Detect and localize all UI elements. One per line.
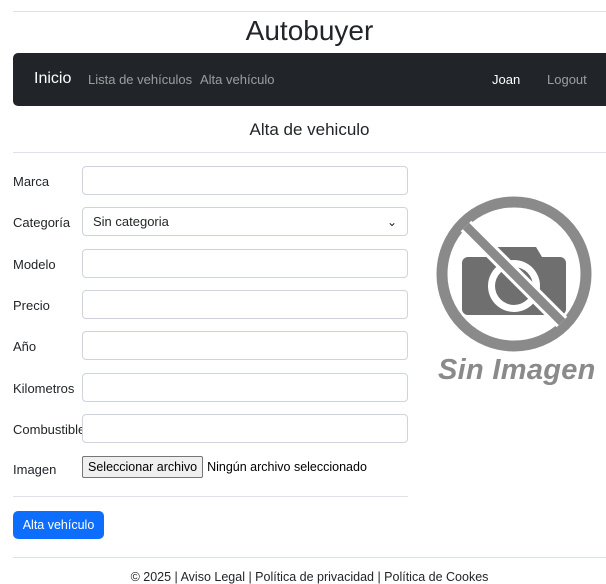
chevron-down-icon: ⌄ bbox=[386, 214, 397, 229]
combustible-input[interactable] bbox=[82, 414, 408, 443]
modelo-label: Modelo bbox=[13, 257, 56, 272]
kilometros-label: Kilometros bbox=[13, 381, 75, 396]
choose-file-button[interactable]: Seleccionar archivo bbox=[82, 456, 204, 478]
footer-divider bbox=[13, 557, 606, 558]
submit-vehicle-button[interactable]: Alta vehículo bbox=[13, 511, 104, 539]
anio-label: Año bbox=[13, 339, 37, 354]
modelo-input[interactable] bbox=[82, 249, 408, 278]
precio-input[interactable] bbox=[82, 290, 408, 319]
categoria-label: Categoría bbox=[13, 215, 71, 230]
site-title: Autobuyer bbox=[245, 15, 374, 46]
categoria-selected-value: Sin categoria bbox=[93, 214, 169, 229]
combustible-label: Combustible bbox=[13, 422, 86, 437]
navbar: Inicio Lista de vehículos Alta vehículo … bbox=[13, 53, 606, 106]
form-divider bbox=[13, 496, 408, 497]
nav-home-link[interactable]: Inicio bbox=[34, 70, 71, 88]
imagen-label: Imagen bbox=[13, 462, 57, 477]
kilometros-input[interactable] bbox=[82, 373, 408, 402]
nav-link-vehicle-list[interactable]: Lista de vehículos bbox=[88, 72, 192, 87]
nav-link-add-vehicle[interactable]: Alta vehículo bbox=[200, 72, 274, 87]
nav-user-name[interactable]: Joan bbox=[492, 72, 520, 87]
page-title: Alta de vehiculo bbox=[249, 120, 370, 139]
logout-link[interactable]: Logout bbox=[547, 72, 587, 87]
categoria-select[interactable]: Sin categoria ⌄ bbox=[82, 207, 408, 236]
file-status: Ningún archivo seleccionado bbox=[207, 460, 367, 474]
imagen-file-input[interactable]: Seleccionar archivo Ningún archivo selec… bbox=[82, 456, 367, 478]
marca-input[interactable] bbox=[82, 166, 408, 195]
top-divider bbox=[13, 11, 606, 12]
marca-label: Marca bbox=[13, 174, 50, 189]
anio-input[interactable] bbox=[82, 331, 408, 360]
title-divider bbox=[13, 152, 606, 153]
precio-label: Precio bbox=[13, 298, 50, 313]
no-image-camera-icon bbox=[436, 196, 592, 352]
no-image-label: Sin Imagen bbox=[438, 354, 596, 386]
